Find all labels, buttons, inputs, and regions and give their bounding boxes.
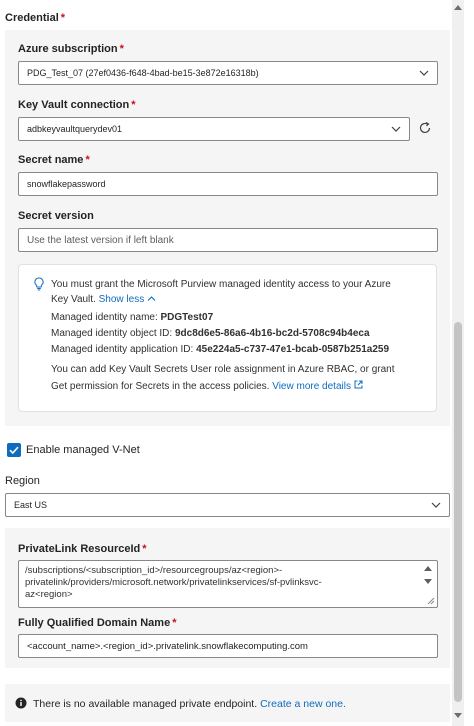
identity-name-row: Managed identity name: PDGTest07 (51, 312, 213, 323)
required-marker: * (60, 12, 66, 24)
privatelink-label-text: PrivateLink ResourceId (18, 543, 141, 555)
key-vault-label-text: Key Vault connection (18, 99, 130, 111)
required-marker: * (131, 99, 136, 111)
azure-subscription-dropdown[interactable]: PDG_Test_07 (27ef0436-f648-4bad-be15-3e8… (18, 61, 438, 85)
required-marker: * (142, 543, 147, 555)
privatelink-label: PrivateLink ResourceId * (18, 543, 147, 555)
identity-name-label: Managed identity name: (51, 312, 158, 323)
managed-identity-info-box: You must grant the Microsoft Purview man… (18, 264, 437, 412)
key-vault-dropdown[interactable]: adbkeyvaultquerydev01 (18, 117, 410, 141)
show-less-text: Show less (98, 294, 145, 305)
object-id-value: 9dc8d6e5-86a6-4b16-bc2d-5708c94b4eca (174, 328, 370, 339)
required-marker: * (119, 43, 124, 55)
rbac-line-1: You can add Key Vault Secrets User role … (51, 364, 395, 375)
object-id-label: Managed identity object ID: (51, 328, 173, 339)
app-id-value: 45e224a5-c737-47e1-bcab-0587b251a259 (196, 344, 390, 355)
managed-vnet-checkbox[interactable] (7, 443, 21, 457)
chevron-down-icon (431, 502, 441, 508)
secret-name-label: Secret name * (18, 154, 90, 166)
azure-subscription-value: PDG_Test_07 (27ef0436-f648-4bad-be15-3e8… (27, 68, 259, 78)
required-marker: * (172, 617, 177, 629)
region-label: Region (5, 475, 40, 487)
endpoint-notice: There is no available managed private en… (33, 698, 346, 710)
privatelink-line-1: /subscriptions/<subscription_id>/resourc… (25, 565, 283, 576)
info-icon (15, 697, 27, 709)
view-more-text: View more details (272, 381, 351, 392)
resize-handle-icon[interactable] (426, 596, 435, 605)
chevron-down-icon (391, 126, 401, 132)
region-dropdown[interactable]: East US (5, 493, 450, 517)
fqdn-label: Fully Qualified Domain Name * (18, 617, 176, 629)
refresh-icon[interactable] (418, 121, 432, 135)
fqdn-value: <account_name>.<region_id>.privatelink.s… (27, 640, 308, 652)
checkmark-icon (9, 446, 19, 455)
rbac-line-2: Get permission for Secrets in the access… (51, 380, 363, 392)
identity-name-value: PDGTest07 (160, 312, 214, 323)
fqdn-label-text: Fully Qualified Domain Name (18, 617, 171, 629)
chevron-down-icon (419, 70, 429, 76)
secret-name-value: snowflakepassword (27, 179, 106, 189)
chevron-up-icon (147, 296, 156, 301)
scroll-up-arrow-icon[interactable] (453, 3, 463, 11)
textarea-scroll-down-icon[interactable] (424, 578, 432, 585)
app-id-row: Managed identity application ID: 45e224a… (51, 344, 389, 355)
required-marker: * (85, 154, 90, 166)
key-vault-value: adbkeyvaultquerydev01 (27, 124, 123, 134)
managed-vnet-label: Enable managed V-Net (26, 444, 140, 456)
privatelink-textarea[interactable]: /subscriptions/<subscription_id>/resourc… (18, 560, 438, 608)
secret-version-placeholder: Use the latest version if left blank (27, 234, 174, 246)
textarea-scroll-up-icon[interactable] (424, 565, 432, 572)
credential-label: Credential * (5, 12, 65, 24)
secret-version-label: Secret version (18, 210, 94, 222)
credential-label-text: Credential (5, 12, 59, 24)
fqdn-input[interactable]: <account_name>.<region_id>.privatelink.s… (18, 634, 438, 658)
object-id-row: Managed identity object ID: 9dc8d6e5-86a… (51, 328, 370, 339)
scroll-down-arrow-icon[interactable] (453, 712, 463, 720)
create-endpoint-link[interactable]: Create a new one. (260, 698, 346, 710)
privatelink-line-2: privatelink/providers/microsoft.network/… (25, 577, 322, 588)
key-vault-label: Key Vault connection * (18, 99, 136, 111)
privatelink-line-3: az<region> (25, 589, 73, 600)
secret-version-label-text: Secret version (18, 210, 94, 222)
secret-name-input[interactable]: snowflakepassword (18, 172, 438, 196)
show-less-link[interactable]: Show less (99, 294, 156, 305)
secret-name-label-text: Secret name (18, 154, 84, 166)
app-id-label: Managed identity application ID: (51, 344, 194, 355)
azure-subscription-label-text: Azure subscription (18, 43, 118, 55)
lightbulb-icon (34, 277, 44, 291)
region-value: East US (14, 500, 48, 510)
endpoint-notice-text: There is no available managed private en… (33, 698, 258, 710)
info-line-1: You must grant the Microsoft Purview man… (51, 279, 391, 290)
info-line-2-text: Key Vault. (51, 294, 96, 305)
scrollbar-thumb[interactable] (454, 322, 462, 702)
external-link-icon (354, 380, 363, 389)
info-line-2: Key Vault. Show less (51, 294, 156, 305)
azure-subscription-label: Azure subscription * (18, 43, 124, 55)
rbac-line-2-text: Get permission for Secrets in the access… (51, 381, 270, 392)
secret-version-input[interactable]: Use the latest version if left blank (18, 228, 438, 252)
view-more-details-link[interactable]: View more details (272, 380, 363, 392)
